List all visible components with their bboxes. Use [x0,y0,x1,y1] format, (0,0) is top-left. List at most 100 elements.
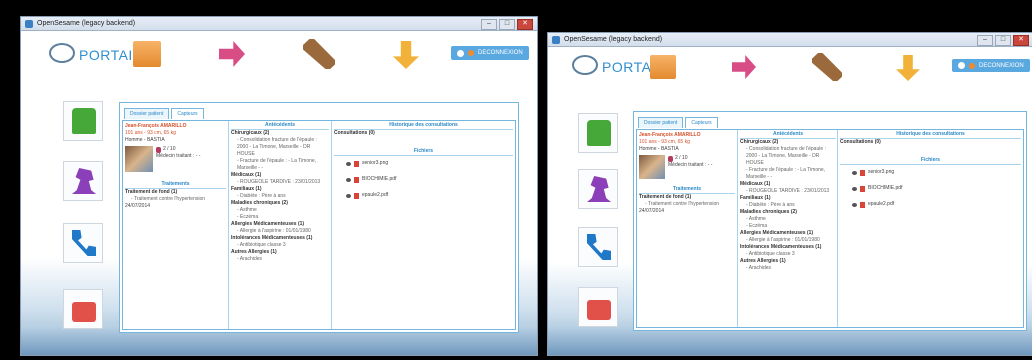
antecedent-line: - Fracture de l'épaule : - La Timone, Ma… [746,167,826,180]
file-item[interactable]: epaule2.pdf [346,192,513,199]
logout-button[interactable]: DECONNEXION [451,46,529,60]
antecedent-line: Chirurgicaux (2) [740,139,779,145]
maximize-button[interactable]: □ [995,35,1011,46]
file-item[interactable]: senior3.png [346,160,513,167]
window-controls: – □ ✕ [977,35,1029,46]
tab-dossier-patient[interactable]: Dossier patient [638,117,684,128]
app-window-left: OpenSesame (legacy backend) – □ ✕ PORTAI… [20,16,538,356]
patient-panel: Dossier patient Capteurs Jean-François A… [633,111,1027,331]
calendar-icon[interactable] [650,55,676,79]
close-button[interactable]: ✕ [1013,35,1029,46]
tools-icon[interactable] [303,39,335,69]
antecedent-line: - Antibiotique classe 3 [237,242,286,248]
minimize-button[interactable]: – [977,35,993,46]
antecedent-line: - Diabète : Père à ans [746,202,795,208]
sidebar-chess[interactable] [63,161,103,201]
eye-icon[interactable] [346,177,351,182]
antecedent-line: Maladies chroniques (2) [231,200,288,206]
traitement-line-3: 24/07/2014 [125,203,151,209]
antecedent-line: Autres Allergies (1) [740,258,786,264]
files-list: senior3.png BIOCHIMIE.pdf epaule2.pdf [840,165,1021,208]
antecedent-line: Médicaux (1) [740,181,771,187]
antecedent-line: Allergies Médicamenteuses (1) [231,221,305,227]
logout-label: DECONNEXION [979,62,1024,69]
tab-capteurs[interactable]: Capteurs [685,117,718,128]
patient-location: Homme - BASTIA [125,137,165,143]
patient-photo [125,146,153,172]
antecedent-line: Médicaux (1) [231,172,262,178]
file-item[interactable]: BIOCHIMIE.pdf [346,176,513,183]
app-icon [25,20,33,28]
file-name[interactable]: senior3.png [362,160,388,167]
file-icon [860,185,865,192]
sidebar-phone[interactable] [63,223,103,263]
calendar-icon[interactable] [133,41,161,67]
file-icon [860,169,865,176]
antecedent-line: - Arachides [746,265,772,271]
patient-column: Jean-François AMARILLO 101 ans - 93 cm, … [125,121,226,329]
antecedent-line: - Antibiotique classe 3 [746,251,795,257]
consultations-count: Consultations (0) [840,139,881,145]
sidebar-lock[interactable] [63,289,103,329]
antecedent-line: - ROUGEOLE TARDIVE : 23/01/2013 [746,188,830,194]
file-item[interactable]: BIOCHIMIE.pdf [852,185,1021,192]
sidebar-lock[interactable] [578,287,618,327]
window-titlebar: OpenSesame (legacy backend) – □ ✕ [548,33,1032,47]
tab-capteurs[interactable]: Capteurs [171,108,204,119]
file-name[interactable]: BIOCHIMIE.pdf [868,185,902,192]
patient-info: 101 ans - 93 cm, 65 kg [639,139,690,145]
heart-icon [668,155,673,162]
file-name[interactable]: senior3.png [868,169,894,176]
minimize-button[interactable]: – [481,19,497,30]
sidebar-thumbs-up[interactable] [63,101,103,141]
files-list: senior3.png BIOCHIMIE.pdf epaule2.pdf [334,156,513,199]
patient-photo [639,155,665,179]
antecedent-line: - Asthme [746,216,766,222]
file-item[interactable]: senior3.png [852,169,1021,176]
tools-icon[interactable] [812,53,842,81]
eye-icon[interactable] [852,202,857,207]
tab-dossier-patient[interactable]: Dossier patient [124,108,170,119]
patient-info: 101 ans - 93 cm, 65 kg [125,130,176,136]
file-name[interactable]: BIOCHIMIE.pdf [362,176,396,183]
sidebar-phone[interactable] [578,227,618,267]
antecedent-line: - Allergie à l'aspirine : 01/01/1980 [746,237,820,243]
file-name[interactable]: epaule2.pdf [362,192,388,199]
antecedent-line: - Eczéma [746,223,768,229]
power-icon [969,62,975,69]
download-arrow-icon[interactable] [896,55,920,81]
portal-logo[interactable]: PORTAIL [49,43,141,63]
phone-icon [72,230,96,256]
eye-icon[interactable] [852,186,857,191]
dossier-frame: Jean-François AMARILLO 101 ans - 93 cm, … [636,129,1024,328]
power-icon [468,50,474,56]
lock-icon [72,302,96,322]
sidebar-thumbs-up[interactable] [578,113,618,153]
logout-button[interactable]: DECONNEXION [952,59,1030,72]
window-title: OpenSesame (legacy backend) [564,36,663,43]
file-item[interactable]: epaule2.pdf [852,201,1021,208]
close-button[interactable]: ✕ [517,19,533,30]
eye-icon[interactable] [852,170,857,175]
app-window-right: OpenSesame (legacy backend) – □ ✕ PORTAI… [547,32,1032,356]
thumbs-up-icon [587,120,611,146]
antecedent-line: Allergies Médicamenteuses (1) [740,230,814,236]
eye-icon[interactable] [346,193,351,198]
maximize-button[interactable]: □ [499,19,515,30]
eye-icon[interactable] [346,161,351,166]
patient-name: Jean-François AMARILLO [639,132,701,138]
traitement-line-1: Traitement de fond (1) [639,194,692,200]
right-column: Historique des consultations Consultatio… [331,121,513,329]
portal-label: PORTAIL [79,47,142,63]
patient-card: 2 / 10 Médecin traitant : - - [125,146,226,172]
download-arrow-icon[interactable] [393,41,419,69]
sidebar-chess[interactable] [578,169,618,209]
file-name[interactable]: epaule2.pdf [868,201,894,208]
window-title: OpenSesame (legacy backend) [37,20,136,27]
arrow-right-icon[interactable] [219,41,245,67]
lock-icon [587,300,611,320]
traitement-line-3: 24/07/2014 [639,208,665,214]
arrow-right-icon[interactable] [732,55,756,79]
antecedent-line: - ROUGEOLE TARDIVE : 23/01/2013 [237,179,321,185]
patient-name: Jean-François AMARILLO [125,123,187,129]
